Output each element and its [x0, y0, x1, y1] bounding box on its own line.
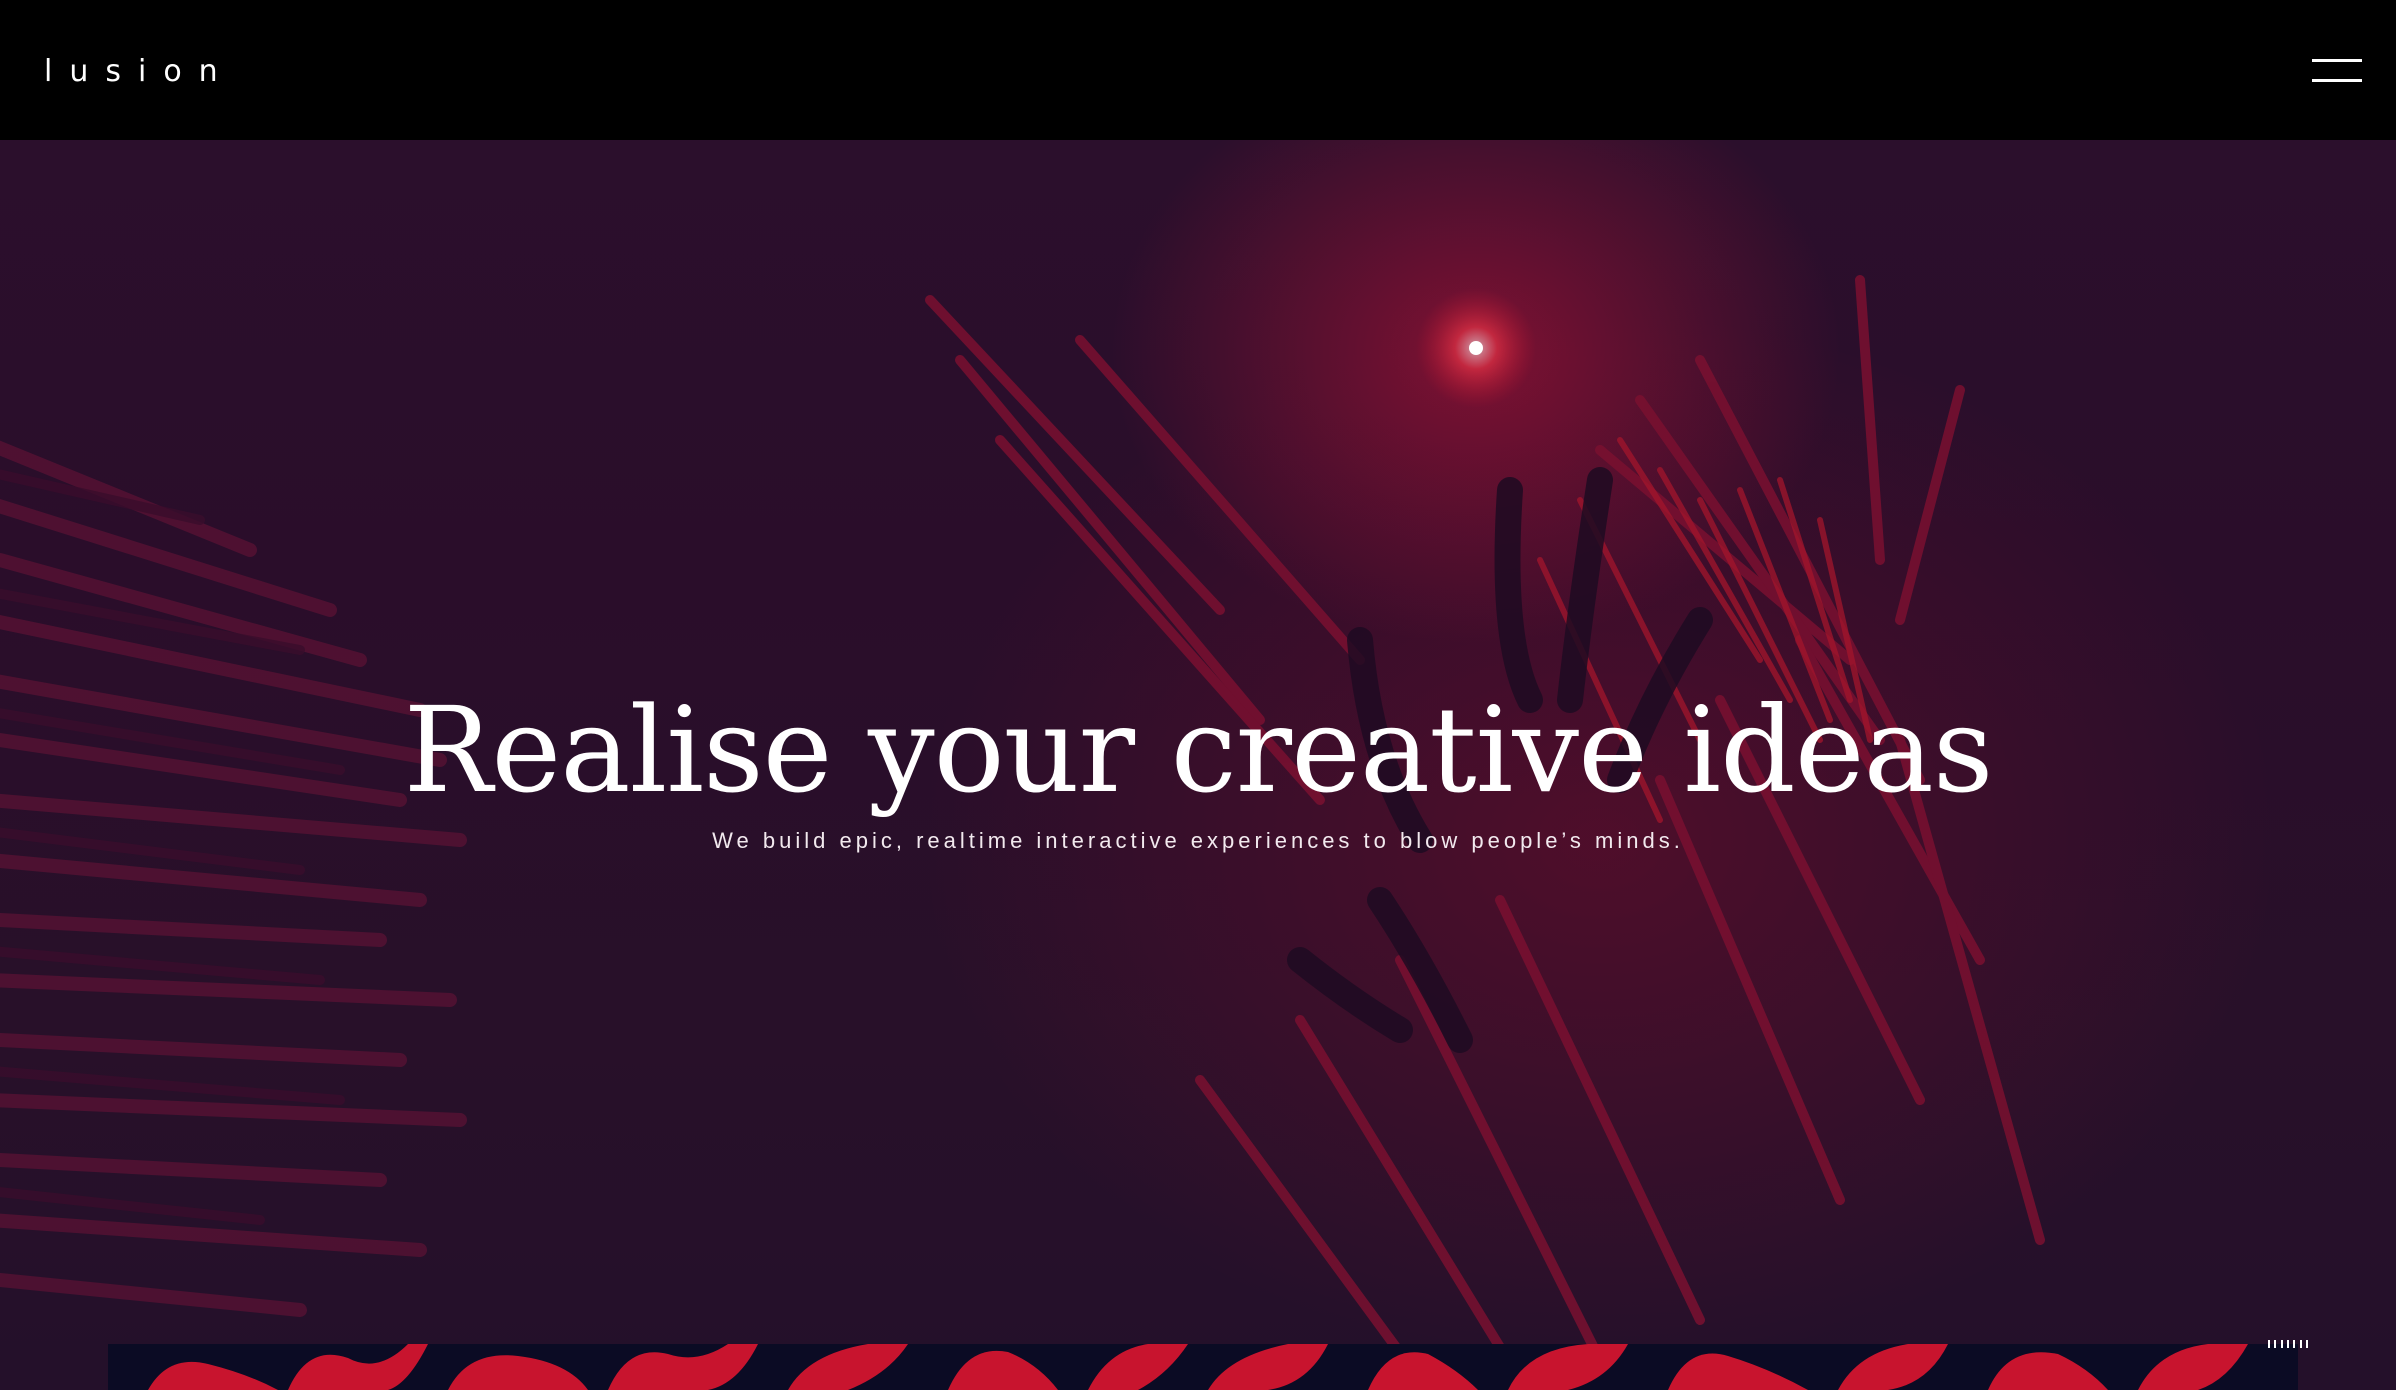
hamburger-menu-icon[interactable] — [2300, 50, 2364, 90]
site-header: lusion — [0, 0, 2396, 140]
scroll-tick — [2268, 1340, 2270, 1348]
scroll-tick — [2286, 1340, 2289, 1348]
scroll-tick — [2293, 1340, 2296, 1348]
hero-section[interactable]: Realise your creative ideas We build epi… — [0, 140, 2396, 1390]
hero-subtitle: We build epic, realtime interactive expe… — [712, 828, 1684, 853]
scroll-indicator[interactable] — [2268, 1340, 2308, 1348]
hero-title: Realise your creative ideas — [403, 681, 1994, 819]
menu-line-bottom — [2312, 79, 2362, 82]
logo[interactable]: lusion — [44, 52, 235, 92]
pattern-artwork — [148, 1344, 2248, 1390]
scroll-tick — [2280, 1340, 2283, 1348]
page: lusion Realise your creative ideas We bu… — [0, 0, 2396, 1390]
scroll-tick — [2305, 1340, 2308, 1348]
scroll-tick — [2299, 1340, 2302, 1348]
scroll-tick — [2274, 1340, 2277, 1348]
menu-line-top — [2312, 59, 2362, 62]
light-orb — [1469, 341, 1483, 355]
next-section-preview — [108, 1344, 2298, 1390]
